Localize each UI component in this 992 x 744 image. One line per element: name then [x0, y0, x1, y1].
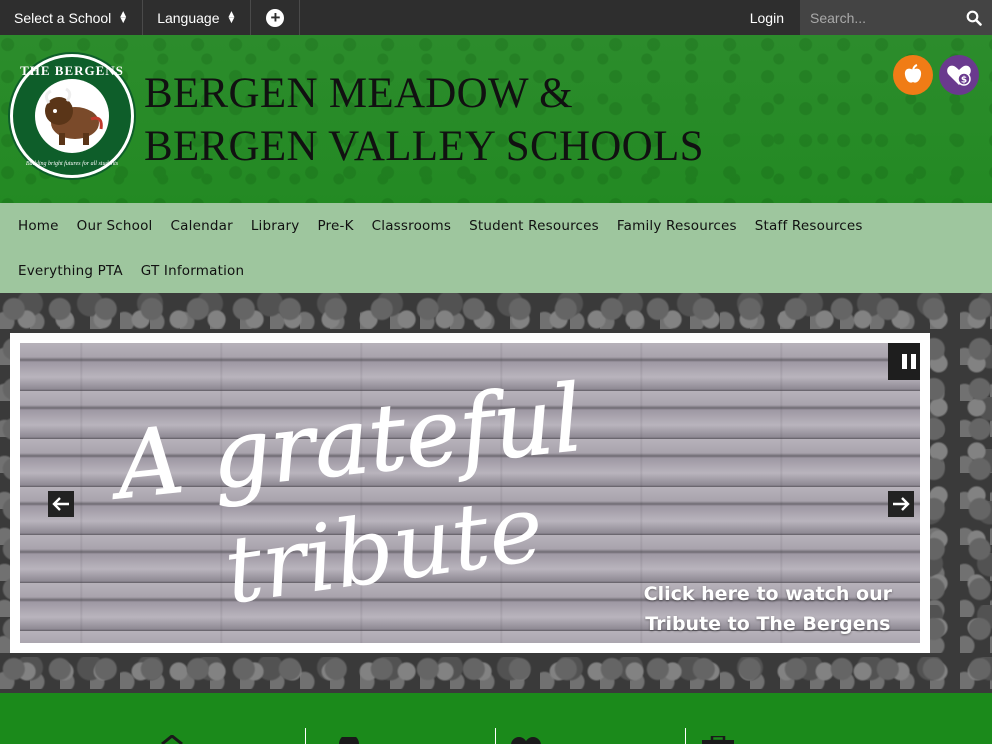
briefcase-icon[interactable] [702, 736, 734, 744]
nav-item-everything-pta[interactable]: Everything PTA [9, 248, 132, 293]
school-logo[interactable]: THE BERGENS Building bright futures for … [10, 54, 134, 178]
divider [305, 728, 306, 744]
pause-button[interactable] [888, 343, 920, 380]
main-navigation: Home Our School Calendar Library Pre-K C… [0, 203, 992, 293]
arrow-left-icon [52, 497, 69, 511]
apple-button[interactable] [893, 55, 933, 95]
quick-links-band [0, 693, 992, 744]
updown-caret-icon: ▲ ▼ [226, 8, 237, 26]
heart-icon[interactable] [510, 737, 542, 744]
pause-icon [911, 354, 916, 369]
school-name-line2: BERGEN VALLEY SCHOOLS [144, 123, 704, 170]
next-slide-button[interactable] [888, 491, 914, 517]
slide-image[interactable]: A grateful tribute Click here to watch o… [20, 343, 920, 643]
search-input[interactable] [810, 9, 966, 26]
quicklink-icon[interactable] [160, 735, 184, 744]
nav-item-our-school[interactable]: Our School [68, 203, 162, 248]
updown-caret-icon: ▲ ▼ [118, 8, 129, 26]
nav-item-home[interactable]: Home [9, 203, 68, 248]
logo-title: THE BERGENS [20, 63, 124, 78]
nav-item-classrooms[interactable]: Classrooms [363, 203, 460, 248]
bison-mascot-icon [35, 79, 109, 153]
login-link[interactable]: Login [734, 0, 800, 35]
hero-section: A grateful tribute Click here to watch o… [0, 293, 992, 693]
site-header: THE BERGENS Building bright futures for … [0, 35, 992, 203]
select-school-label: Select a School [14, 9, 112, 26]
donate-button[interactable]: $ [939, 55, 979, 95]
globe-icon[interactable] [338, 737, 360, 744]
language-dropdown[interactable]: Language ▲ ▼ [143, 0, 252, 35]
caption-line2: Tribute to The Bergens [645, 613, 891, 635]
language-label: Language [157, 9, 220, 26]
divider [685, 728, 686, 744]
apple-icon [904, 64, 922, 83]
pause-icon [902, 354, 907, 369]
search-box [800, 0, 992, 35]
previous-slide-button[interactable] [48, 491, 74, 517]
nav-item-library[interactable]: Library [242, 203, 309, 248]
nav-item-calendar[interactable]: Calendar [162, 203, 242, 248]
top-utility-bar: Select a School ▲ ▼ Language ▲ ▼ + Login [0, 0, 992, 35]
arrow-right-icon [893, 497, 910, 511]
select-school-dropdown[interactable]: Select a School ▲ ▼ [0, 0, 144, 35]
slide-script-text: A grateful tribute [110, 378, 588, 618]
search-icon[interactable] [966, 10, 982, 26]
nav-item-student-resources[interactable]: Student Resources [460, 203, 608, 248]
nav-item-gt-information[interactable]: GT Information [132, 248, 253, 293]
school-name-line1: BERGEN MEADOW & [144, 70, 573, 117]
school-name[interactable]: BERGEN MEADOW & BERGEN VALLEY SCHOOLS [144, 67, 704, 173]
plus-circle-icon: + [266, 8, 285, 27]
logo-tagline: Building bright futures for all students [25, 161, 119, 167]
nav-item-family-resources[interactable]: Family Resources [608, 203, 746, 248]
svg-text:$: $ [961, 76, 967, 86]
nav-item-pre-k[interactable]: Pre-K [308, 203, 362, 248]
divider [495, 728, 496, 744]
caption-line1: Click here to watch our [643, 583, 892, 605]
slideshow-frame: A grateful tribute Click here to watch o… [10, 333, 930, 653]
add-button[interactable]: + [251, 0, 301, 35]
heart-dollar-icon: $ [947, 65, 971, 86]
slide-caption: Click here to watch our Tribute to The B… [644, 579, 892, 639]
nav-item-staff-resources[interactable]: Staff Resources [746, 203, 872, 248]
